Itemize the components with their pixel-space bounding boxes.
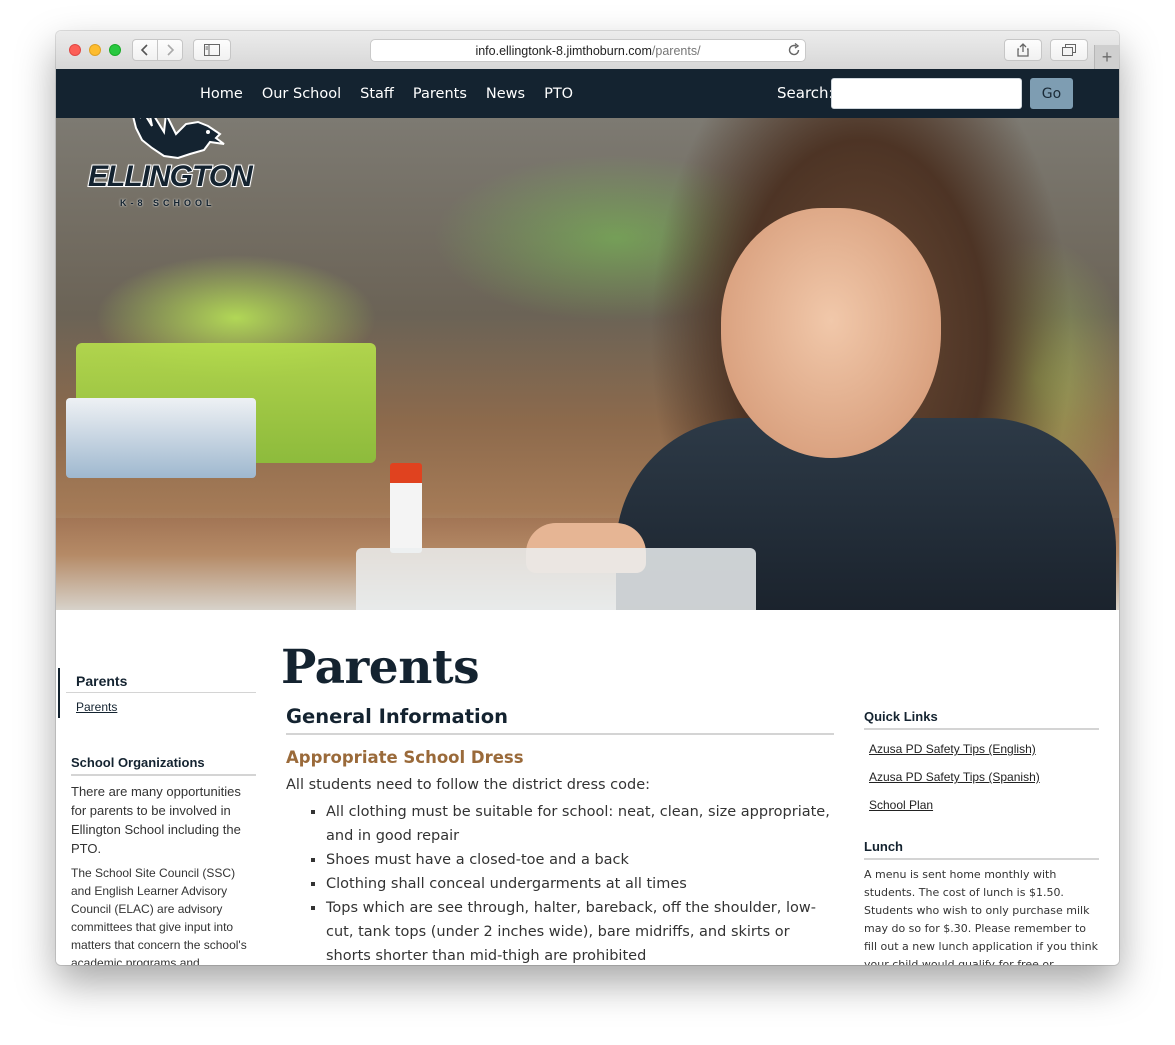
search-input[interactable]: [831, 78, 1022, 109]
school-councils-text: The School Site Council (SSC) and Englis…: [71, 866, 247, 965]
section-nav-indicator: [58, 668, 60, 718]
minimize-window-button[interactable]: [89, 44, 101, 56]
school-organizations-heading: School Organizations: [71, 755, 256, 776]
section-nav-title: Parents: [76, 673, 128, 689]
quick-link-school-plan[interactable]: School Plan: [869, 798, 1099, 812]
hero-tissue-box: [66, 398, 256, 478]
divider: [66, 692, 256, 693]
section-heading: General Information: [286, 705, 834, 735]
nav-item-staff[interactable]: Staff: [360, 86, 394, 102]
search-label: Search:: [777, 84, 834, 102]
quick-link-safety-spanish[interactable]: Azusa PD Safety Tips (Spanish): [869, 770, 1099, 784]
intro-text: All students need to follow the district…: [286, 777, 651, 793]
page-title: Parents: [281, 640, 480, 695]
new-tab-button[interactable]: +: [1094, 45, 1119, 69]
school-organizations-text: There are many opportunities for parents…: [71, 784, 241, 856]
list-item: Shoes must have a closed-toe and a back: [326, 848, 834, 872]
chevron-right-icon: [167, 44, 175, 56]
nav-item-news[interactable]: News: [486, 86, 525, 102]
section-nav-link-parents[interactable]: Parents: [76, 700, 117, 714]
reload-icon[interactable]: [788, 42, 801, 60]
page-content: Parents Parents School Organizations The…: [56, 610, 1119, 965]
hero-photo: ELLINGTON K-8 SCHOOL: [56, 118, 1119, 610]
lunch-text: A menu is sent home monthly with student…: [864, 868, 1099, 965]
address-bar[interactable]: info.ellingtonk-8.jimthoburn.com/parents…: [370, 39, 806, 62]
quick-links-heading: Quick Links: [864, 709, 1099, 730]
right-sidebar: Quick Links Azusa PD Safety Tips (Englis…: [864, 709, 1099, 965]
lunch-heading: Lunch: [864, 839, 1099, 860]
logo-wordmark: ELLINGTON: [87, 159, 254, 194]
hero-child-face: [721, 208, 941, 458]
list-item: Tops which are see through, halter, bare…: [326, 896, 834, 965]
tabs-icon: [1062, 44, 1076, 56]
nav-item-pto[interactable]: PTO: [544, 86, 573, 102]
school-organizations-panel: School Organizations There are many oppo…: [71, 755, 256, 965]
list-item: All clothing must be suitable for school…: [326, 800, 834, 848]
subheading: Appropriate School Dress: [286, 748, 524, 767]
nav-item-home[interactable]: Home: [200, 86, 243, 102]
hero-glue-stick: [390, 463, 422, 553]
list-item: Clothing shall conceal undergarments at …: [326, 872, 834, 896]
share-icon: [1017, 43, 1029, 57]
sidebar-toggle-button[interactable]: [193, 39, 231, 61]
logo-subtitle: K-8 SCHOOL: [120, 198, 216, 208]
url-path: /parents/: [651, 43, 701, 58]
site-navigation: Home Our School Staff Parents News PTO S…: [56, 69, 1119, 118]
tabs-overview-button[interactable]: [1050, 39, 1088, 61]
sidebar-icon: [204, 44, 220, 56]
quick-link-safety-english[interactable]: Azusa PD Safety Tips (English): [869, 742, 1099, 756]
back-button[interactable]: [132, 39, 158, 61]
browser-window: info.ellingtonk-8.jimthoburn.com/parents…: [56, 31, 1119, 965]
school-logo[interactable]: ELLINGTON K-8 SCHOOL: [86, 118, 272, 216]
forward-button[interactable]: [157, 39, 183, 61]
plus-icon: +: [1101, 46, 1113, 67]
nav-item-our-school[interactable]: Our School: [262, 86, 341, 102]
chevron-left-icon: [140, 44, 148, 56]
main-article: General Information Appropriate School D…: [286, 705, 834, 965]
nav-item-parents[interactable]: Parents: [413, 86, 467, 102]
close-window-button[interactable]: [69, 44, 81, 56]
search-go-button[interactable]: Go: [1030, 78, 1073, 109]
browser-toolbar: info.ellingtonk-8.jimthoburn.com/parents…: [56, 31, 1119, 70]
url-host: info.ellingtonk-8.jimthoburn.com: [475, 43, 652, 58]
zoom-window-button[interactable]: [109, 44, 121, 56]
dress-code-list: All clothing must be suitable for school…: [286, 800, 834, 965]
nav-links: Home Our School Staff Parents News PTO: [200, 69, 592, 118]
share-button[interactable]: [1004, 39, 1042, 61]
hero-tray: [356, 548, 756, 610]
